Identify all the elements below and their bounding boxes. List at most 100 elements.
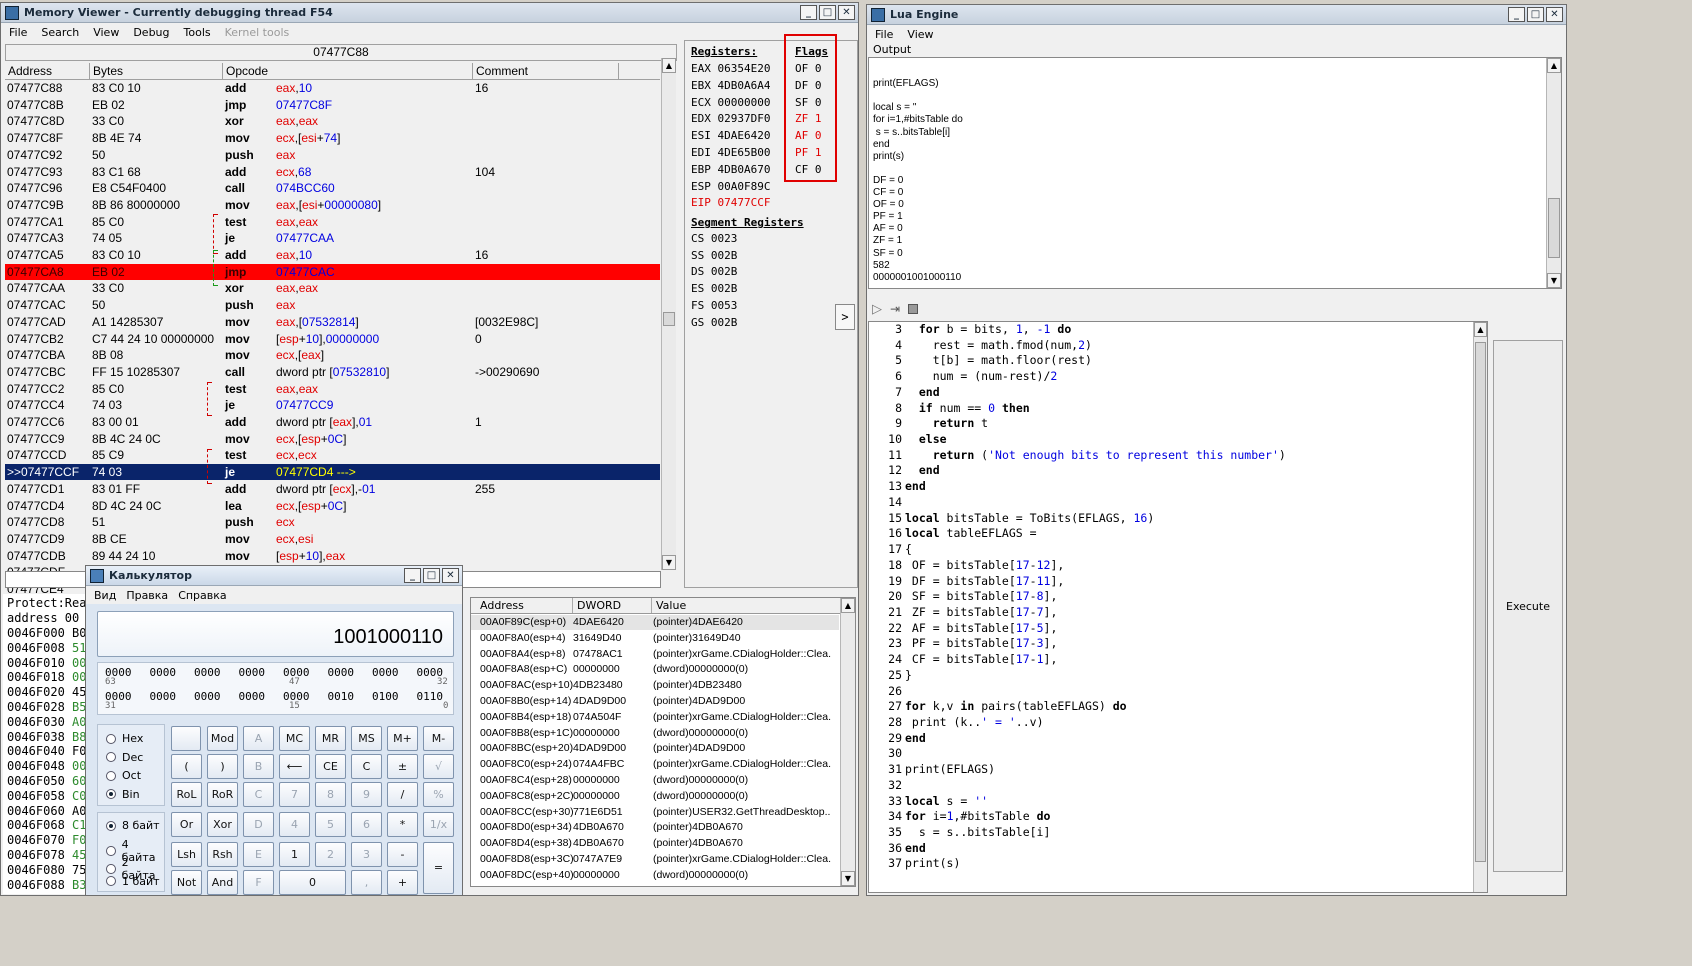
code-line[interactable]: 12 end	[869, 463, 940, 479]
calc-button[interactable]: 2	[315, 842, 346, 867]
code-line[interactable]: 26	[869, 684, 905, 700]
lua-menu-view[interactable]: View	[907, 28, 933, 41]
disasm-row[interactable]: 07477CC4 74 03 je 07477CC9	[5, 397, 660, 413]
calc-button[interactable]	[171, 726, 201, 751]
calc-button[interactable]: B	[243, 754, 274, 779]
disasm-row[interactable]: 07477CAA 33 C0 xor eax,eax	[5, 280, 660, 296]
calc-button[interactable]: Rsh	[207, 842, 238, 867]
disasm-row[interactable]: 07477CD8 51 push ecx	[5, 514, 660, 530]
disasm-row[interactable]: 07477C8F 8B 4E 74 mov ecx,[esi+74]	[5, 130, 660, 146]
calc-button[interactable]: M-	[423, 726, 454, 751]
calc-button[interactable]: 9	[351, 782, 382, 807]
code-line[interactable]: 19 DF = bitsTable[17-11],	[869, 574, 1064, 590]
calc-button[interactable]: /	[387, 782, 418, 807]
code-line[interactable]: 18 OF = bitsTable[17-12],	[869, 558, 1064, 574]
bit-group[interactable]: 0000	[194, 666, 239, 679]
col-address[interactable]: Address	[5, 63, 90, 79]
disassembler-address-header[interactable]: 07477C88	[5, 44, 677, 61]
code-line[interactable]: 9 return t	[869, 416, 988, 432]
calc-button[interactable]: Xor	[207, 812, 238, 837]
calc-button[interactable]: 4	[279, 812, 310, 837]
bit-group[interactable]: 0000	[328, 666, 373, 679]
code-line[interactable]: 29 end	[869, 731, 926, 747]
maximize-button[interactable]: □	[1527, 7, 1544, 22]
dump-row[interactable]: 0046F018 00	[7, 670, 86, 685]
scroll-thumb[interactable]	[1548, 198, 1560, 258]
dump-row[interactable]: 0046F050 60	[7, 774, 86, 789]
code-line[interactable]: 33 local s = ''	[869, 794, 988, 810]
register-edx[interactable]: EDX 02937DF0	[691, 111, 770, 127]
dump-row[interactable]: 0046F058 C0	[7, 789, 86, 804]
calc-menu-edit[interactable]: Правка	[126, 589, 168, 602]
dump-row[interactable]: 0046F040 F0	[7, 744, 86, 759]
lua-output-box[interactable]: print(EFLAGS) local s = '' for i=1,#bitsTa…	[868, 57, 1562, 289]
register-ebx[interactable]: EBX 4DB0A6A4	[691, 78, 770, 94]
close-button[interactable]: ✕	[1546, 7, 1563, 22]
bit-group[interactable]: 0000	[239, 690, 284, 703]
stack-row[interactable]: 00A0F89C(esp+0) 4DAE6420 (pointer)4DAE6420	[471, 615, 839, 630]
step-icon[interactable]: ⇥	[890, 302, 900, 316]
stack-row[interactable]: 00A0F8BC(esp+20) 4DAD9D00 (pointer)4DAD9D0…	[480, 741, 831, 756]
menu-tools[interactable]: Tools	[184, 26, 211, 39]
radio-radix-2[interactable]: Oct	[106, 769, 141, 782]
code-scrollbar[interactable]: ▲	[1473, 322, 1487, 892]
disasm-row[interactable]: 07477CA1 85 C0 test eax,eax	[5, 214, 660, 230]
disasm-row[interactable]: 07477CD1 83 01 FF add dword ptr [ecx],-01 25…	[5, 481, 660, 497]
calc-button[interactable]: ⟵	[279, 754, 310, 779]
bit-group[interactable]: 0000	[194, 690, 239, 703]
disasm-row[interactable]: 07477CA8 EB 02 jmp 07477CAC	[5, 263, 660, 280]
scroll-up-arrow[interactable]: ▲	[662, 58, 676, 73]
code-line[interactable]: 4 rest = math.fmod(num,2)	[869, 338, 1092, 354]
minimize-button[interactable]: _	[800, 5, 817, 20]
stack-row[interactable]: 00A0F8D4(esp+38) 4DB0A670 (pointer)4DB0A67…	[480, 836, 831, 851]
disassembler-scrollbar[interactable]: ▲ ▼	[661, 58, 676, 570]
stack-row[interactable]: 00A0F8C0(esp+24) 074A4FBC (pointer)xrGame.…	[480, 757, 831, 772]
scroll-thumb[interactable]	[1475, 342, 1486, 862]
calc-button[interactable]: 0	[279, 870, 346, 895]
calc-button[interactable]: +	[387, 870, 418, 895]
maximize-button[interactable]: □	[819, 5, 836, 20]
disasm-row[interactable]: 07477CD4 8D 4C 24 0C lea ecx,[esp+0C]	[5, 498, 660, 514]
disasm-row[interactable]: 07477CAD A1 14285307 mov eax,[07532814] [003…	[5, 314, 660, 330]
radio-radix-3[interactable]: Bin	[106, 788, 140, 801]
lua-menu-file[interactable]: File	[875, 28, 893, 41]
disasm-row[interactable]: 07477C93 83 C1 68 add ecx,68 104	[5, 164, 660, 180]
calc-button[interactable]: RoL	[171, 782, 202, 807]
code-line[interactable]: 37 print(s)	[869, 856, 960, 872]
segment-register[interactable]: SS 002B	[691, 248, 737, 264]
disasm-row[interactable]: 07477CC2 85 C0 test eax,eax	[5, 381, 660, 397]
run-icon[interactable]: ▷	[872, 302, 882, 317]
code-line[interactable]: 10 else	[869, 432, 946, 448]
dump-row[interactable]: 0046F038 B8	[7, 730, 86, 745]
radio-wsize-0[interactable]: 8 байт	[106, 819, 160, 832]
code-line[interactable]: 8 if num == 0 then	[869, 401, 1030, 417]
code-line[interactable]: 30	[869, 746, 905, 762]
code-line[interactable]: 14	[869, 495, 905, 511]
calc-button[interactable]: 3	[351, 842, 382, 867]
calc-button[interactable]: RoR	[207, 782, 238, 807]
code-line[interactable]: 5 t[b] = math.floor(rest)	[869, 353, 1092, 369]
stack-col-address[interactable]: Address	[471, 598, 573, 613]
stack-row[interactable]: 00A0F8D0(esp+34) 4DB0A670 (pointer)4DB0A67…	[480, 820, 831, 835]
disasm-row[interactable]: 07477CB2 C7 44 24 10 00000000 mov [esp+10],…	[5, 331, 660, 347]
register-edi[interactable]: EDI 4DE65B00	[691, 145, 770, 161]
calc-button[interactable]: E	[243, 842, 274, 867]
code-line[interactable]: 6 num = (num-rest)/2	[869, 369, 1057, 385]
calc-button[interactable]: 1	[279, 842, 310, 867]
dump-row[interactable]: 0046F068 C1	[7, 818, 86, 833]
disasm-row[interactable]: 07477CAC 50 push eax	[5, 297, 660, 313]
calc-button[interactable]: 1/x	[423, 812, 454, 837]
stack-row[interactable]: 00A0F8C4(esp+28) 00000000 (dword)00000000(…	[480, 773, 831, 788]
code-line[interactable]: 16 local tableEFLAGS =	[869, 526, 1036, 542]
col-comment[interactable]: Comment	[473, 63, 619, 79]
radio-radix-0[interactable]: Hex	[106, 732, 143, 745]
code-line[interactable]: 24 CF = bitsTable[17-1],	[869, 652, 1057, 668]
segment-register[interactable]: ES 002B	[691, 281, 737, 297]
code-line[interactable]: 36 end	[869, 841, 926, 857]
calc-button[interactable]: -	[387, 842, 418, 867]
register-esi[interactable]: ESI 4DAE6420	[691, 128, 770, 144]
stack-row[interactable]: 00A0F8C8(esp+2C) 00000000 (dword)00000000(…	[480, 789, 831, 804]
calc-button[interactable]: √	[423, 754, 454, 779]
menu-debug[interactable]: Debug	[133, 26, 169, 39]
register-ebp[interactable]: EBP 4DB0A670	[691, 162, 770, 178]
